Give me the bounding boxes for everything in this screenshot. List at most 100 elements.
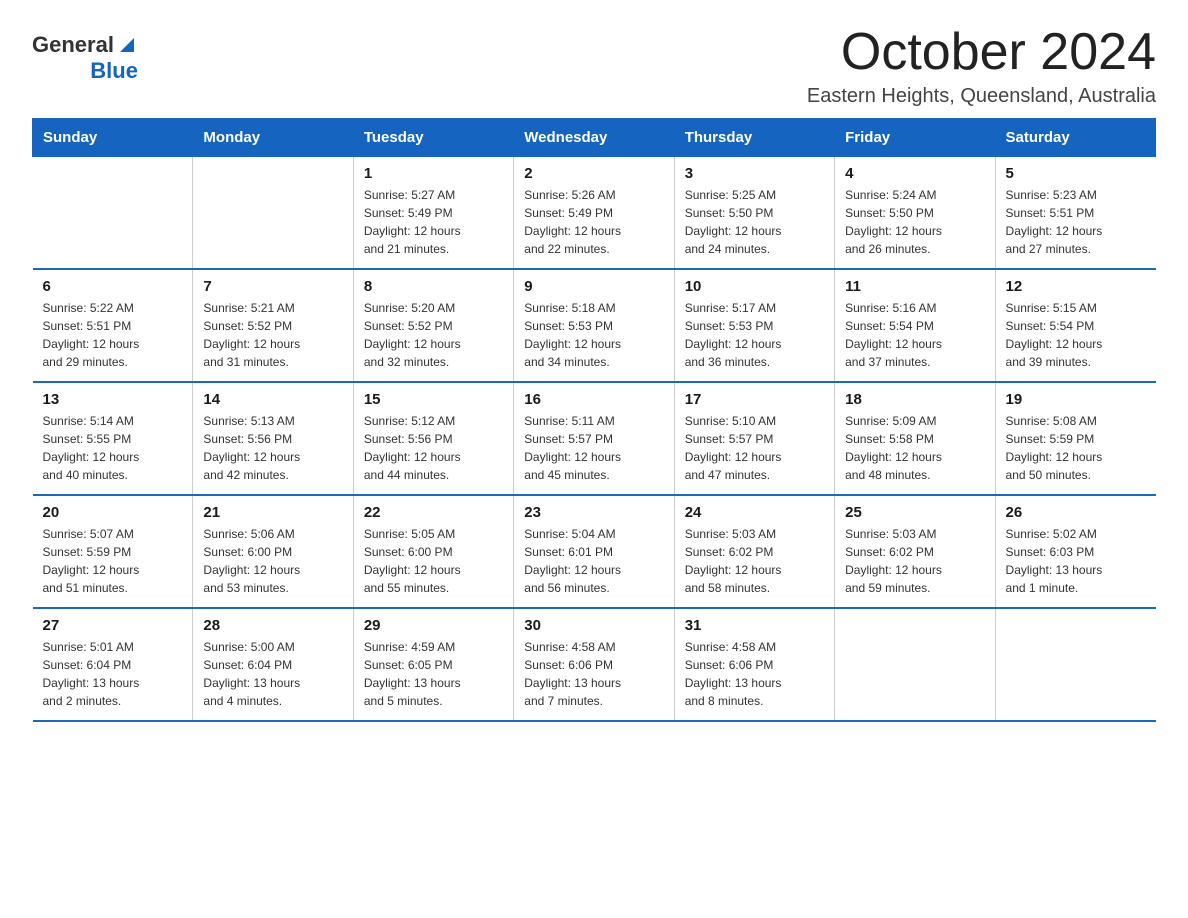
calendar-cell: 12 Sunrise: 5:15 AM Sunset: 5:54 PM Dayli… — [995, 269, 1155, 382]
day-number: 24 — [685, 504, 824, 521]
calendar-cell: 17Sunrise: 5:10 AM Sunset: 5:57 PM Dayli… — [674, 382, 834, 495]
calendar-cell: 9 Sunrise: 5:18 AM Sunset: 5:53 PM Daylig… — [514, 269, 674, 382]
day-info: Sunrise: 5:27 AM Sunset: 5:49 PM Dayligh… — [364, 186, 503, 258]
calendar-cell: 8 Sunrise: 5:20 AM Sunset: 5:52 PM Daylig… — [353, 269, 513, 382]
calendar-cell: 27 Sunrise: 5:01 AM Sunset: 6:04 PM Dayli… — [33, 608, 193, 721]
day-info: Sunrise: 5:10 AM Sunset: 5:57 PM Dayligh… — [685, 412, 824, 484]
day-info: Sunrise: 5:02 AM Sunset: 6:03 PM Dayligh… — [1006, 525, 1146, 597]
day-info: Sunrise: 5:20 AM Sunset: 5:52 PM Dayligh… — [364, 299, 503, 371]
day-info: Sunrise: 5:05 AM Sunset: 6:00 PM Dayligh… — [364, 525, 503, 597]
calendar-week-row: 13 Sunrise: 5:14 AM Sunset: 5:55 PM Dayli… — [33, 382, 1156, 495]
day-number: 27 — [43, 617, 183, 634]
day-number: 26 — [1006, 504, 1146, 521]
day-number: 15 — [364, 391, 503, 408]
day-number: 9 — [524, 278, 663, 295]
day-info: Sunrise: 5:03 AM Sunset: 6:02 PM Dayligh… — [845, 525, 984, 597]
calendar-cell — [995, 608, 1155, 721]
calendar-table: SundayMondayTuesdayWednesdayThursdayFrid… — [32, 118, 1156, 722]
day-info: Sunrise: 4:58 AM Sunset: 6:06 PM Dayligh… — [524, 638, 663, 710]
day-number: 4 — [845, 165, 984, 182]
day-number: 23 — [524, 504, 663, 521]
day-info: Sunrise: 5:14 AM Sunset: 5:55 PM Dayligh… — [43, 412, 183, 484]
day-info: Sunrise: 5:00 AM Sunset: 6:04 PM Dayligh… — [203, 638, 342, 710]
day-info: Sunrise: 5:13 AM Sunset: 5:56 PM Dayligh… — [203, 412, 342, 484]
calendar-cell: 6 Sunrise: 5:22 AM Sunset: 5:51 PM Daylig… — [33, 269, 193, 382]
day-number: 12 — [1006, 278, 1146, 295]
day-number: 25 — [845, 504, 984, 521]
calendar-cell: 16 Sunrise: 5:11 AM Sunset: 5:57 PM Dayli… — [514, 382, 674, 495]
day-info: Sunrise: 5:09 AM Sunset: 5:58 PM Dayligh… — [845, 412, 984, 484]
calendar-cell: 7Sunrise: 5:21 AM Sunset: 5:52 PM Daylig… — [193, 269, 353, 382]
logo-blue: Blue — [90, 58, 138, 84]
calendar-week-row: 6 Sunrise: 5:22 AM Sunset: 5:51 PM Daylig… — [33, 269, 1156, 382]
day-number: 19 — [1006, 391, 1146, 408]
day-info: Sunrise: 5:07 AM Sunset: 5:59 PM Dayligh… — [43, 525, 183, 597]
day-number: 13 — [43, 391, 183, 408]
day-info: Sunrise: 5:04 AM Sunset: 6:01 PM Dayligh… — [524, 525, 663, 597]
day-number: 16 — [524, 391, 663, 408]
day-number: 14 — [203, 391, 342, 408]
day-number: 22 — [364, 504, 503, 521]
day-number: 21 — [203, 504, 342, 521]
calendar-cell: 24Sunrise: 5:03 AM Sunset: 6:02 PM Dayli… — [674, 495, 834, 608]
weekday-header-saturday: Saturday — [995, 119, 1155, 157]
calendar-cell: 4 Sunrise: 5:24 AM Sunset: 5:50 PM Daylig… — [835, 157, 995, 270]
day-info: Sunrise: 5:06 AM Sunset: 6:00 PM Dayligh… — [203, 525, 342, 597]
day-number: 11 — [845, 278, 984, 295]
day-number: 5 — [1006, 165, 1146, 182]
day-info: Sunrise: 5:01 AM Sunset: 6:04 PM Dayligh… — [43, 638, 183, 710]
day-info: Sunrise: 5:25 AM Sunset: 5:50 PM Dayligh… — [685, 186, 824, 258]
day-info: Sunrise: 5:23 AM Sunset: 5:51 PM Dayligh… — [1006, 186, 1146, 258]
calendar-cell: 21 Sunrise: 5:06 AM Sunset: 6:00 PM Dayli… — [193, 495, 353, 608]
calendar-cell: 14 Sunrise: 5:13 AM Sunset: 5:56 PM Dayli… — [193, 382, 353, 495]
logo: General Blue — [32, 32, 138, 84]
calendar-cell: 31Sunrise: 4:58 AM Sunset: 6:06 PM Dayli… — [674, 608, 834, 721]
day-info: Sunrise: 5:12 AM Sunset: 5:56 PM Dayligh… — [364, 412, 503, 484]
day-info: Sunrise: 5:08 AM Sunset: 5:59 PM Dayligh… — [1006, 412, 1146, 484]
weekday-header-thursday: Thursday — [674, 119, 834, 157]
day-info: Sunrise: 5:22 AM Sunset: 5:51 PM Dayligh… — [43, 299, 183, 371]
calendar-cell: 28 Sunrise: 5:00 AM Sunset: 6:04 PM Dayli… — [193, 608, 353, 721]
day-info: Sunrise: 5:17 AM Sunset: 5:53 PM Dayligh… — [685, 299, 824, 371]
calendar-cell: 25 Sunrise: 5:03 AM Sunset: 6:02 PM Dayli… — [835, 495, 995, 608]
month-title: October 2024 — [807, 24, 1156, 81]
calendar-cell: 20Sunrise: 5:07 AM Sunset: 5:59 PM Dayli… — [33, 495, 193, 608]
day-number: 1 — [364, 165, 503, 182]
day-info: Sunrise: 5:16 AM Sunset: 5:54 PM Dayligh… — [845, 299, 984, 371]
calendar-cell: 18Sunrise: 5:09 AM Sunset: 5:58 PM Dayli… — [835, 382, 995, 495]
day-number: 6 — [43, 278, 183, 295]
day-info: Sunrise: 5:11 AM Sunset: 5:57 PM Dayligh… — [524, 412, 663, 484]
day-number: 2 — [524, 165, 663, 182]
day-info: Sunrise: 5:24 AM Sunset: 5:50 PM Dayligh… — [845, 186, 984, 258]
day-number: 10 — [685, 278, 824, 295]
weekday-header-wednesday: Wednesday — [514, 119, 674, 157]
day-info: Sunrise: 5:21 AM Sunset: 5:52 PM Dayligh… — [203, 299, 342, 371]
day-number: 3 — [685, 165, 824, 182]
location-title: Eastern Heights, Queensland, Australia — [807, 85, 1156, 108]
weekday-header-tuesday: Tuesday — [353, 119, 513, 157]
calendar-cell: 1 Sunrise: 5:27 AM Sunset: 5:49 PM Daylig… — [353, 157, 513, 270]
calendar-cell: 22 Sunrise: 5:05 AM Sunset: 6:00 PM Dayli… — [353, 495, 513, 608]
calendar-cell: 5 Sunrise: 5:23 AM Sunset: 5:51 PM Daylig… — [995, 157, 1155, 270]
day-number: 28 — [203, 617, 342, 634]
calendar-cell: 13 Sunrise: 5:14 AM Sunset: 5:55 PM Dayli… — [33, 382, 193, 495]
calendar-cell: 15 Sunrise: 5:12 AM Sunset: 5:56 PM Dayli… — [353, 382, 513, 495]
weekday-header-friday: Friday — [835, 119, 995, 157]
day-info: Sunrise: 4:59 AM Sunset: 6:05 PM Dayligh… — [364, 638, 503, 710]
day-number: 30 — [524, 617, 663, 634]
calendar-cell: 3 Sunrise: 5:25 AM Sunset: 5:50 PM Daylig… — [674, 157, 834, 270]
day-info: Sunrise: 5:18 AM Sunset: 5:53 PM Dayligh… — [524, 299, 663, 371]
day-info: Sunrise: 5:15 AM Sunset: 5:54 PM Dayligh… — [1006, 299, 1146, 371]
calendar-cell — [193, 157, 353, 270]
day-number: 31 — [685, 617, 824, 634]
day-number: 29 — [364, 617, 503, 634]
calendar-week-row: 20Sunrise: 5:07 AM Sunset: 5:59 PM Dayli… — [33, 495, 1156, 608]
calendar-cell: 26 Sunrise: 5:02 AM Sunset: 6:03 PM Dayli… — [995, 495, 1155, 608]
logo-triangle-icon — [116, 34, 138, 56]
calendar-week-row: 1 Sunrise: 5:27 AM Sunset: 5:49 PM Daylig… — [33, 157, 1156, 270]
weekday-header-monday: Monday — [193, 119, 353, 157]
weekday-header-sunday: Sunday — [33, 119, 193, 157]
calendar-cell — [33, 157, 193, 270]
calendar-cell — [835, 608, 995, 721]
day-number: 8 — [364, 278, 503, 295]
